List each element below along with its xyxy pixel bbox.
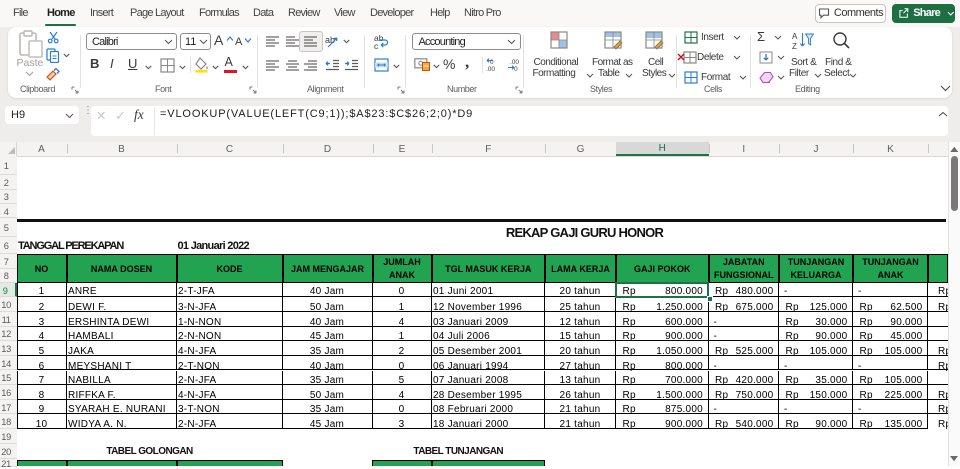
svg-text:A: A [792,32,798,41]
svg-text:ab: ab [325,35,335,45]
svg-text:.00: .00 [510,59,519,66]
svg-text:.00: .00 [486,66,495,72]
svg-text:Z: Z [792,42,797,51]
svg-text:0: 0 [514,66,518,72]
